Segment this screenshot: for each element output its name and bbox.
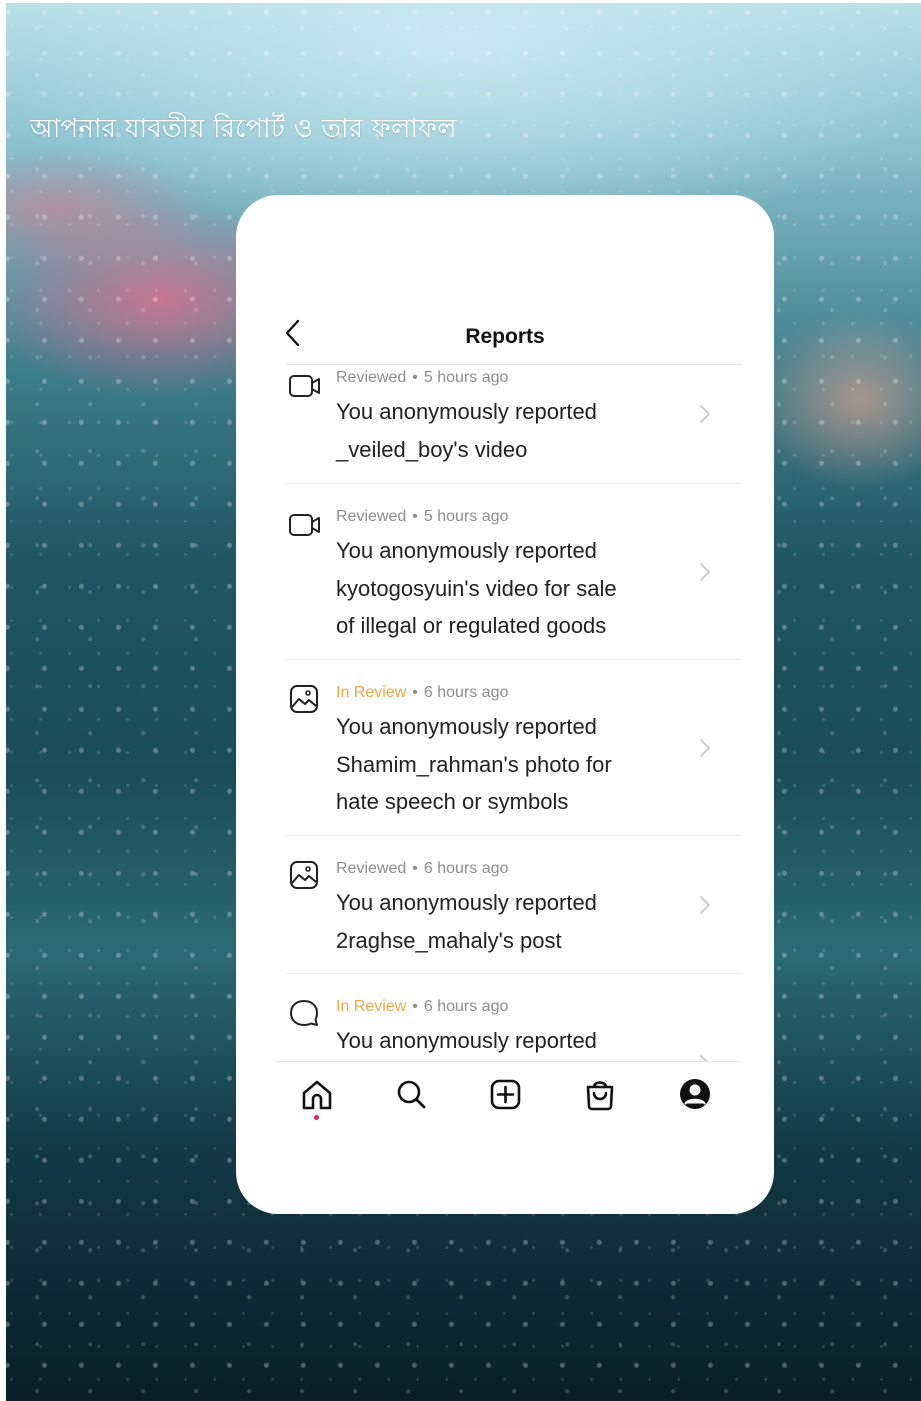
top-bar: Reports	[236, 195, 774, 365]
search-icon	[397, 1080, 426, 1109]
report-description: You anonymously reported 2raghse_mahaly'…	[336, 884, 656, 959]
shop-icon	[586, 1081, 614, 1111]
timestamp: 6 hours ago	[423, 998, 509, 1015]
profile-icon	[680, 1079, 710, 1109]
chevron-right-icon	[700, 1055, 708, 1061]
status-label: Reviewed	[336, 508, 407, 525]
phone-screen: Reports Reviewed • 5 hours ago You anonymo…	[236, 195, 774, 1214]
description-line: You anonymously reported	[336, 399, 597, 424]
chevron-right-icon	[700, 739, 710, 757]
photo-icon	[290, 685, 318, 713]
bottom-nav	[236, 1061, 774, 1141]
description-line: You anonymously reported	[336, 538, 597, 563]
description-line: 2raghse_mahaly's post	[336, 927, 562, 953]
home-icon	[302, 1080, 332, 1110]
video-icon	[289, 514, 320, 536]
chevron-right-icon	[700, 896, 710, 914]
chevron-right-icon	[700, 563, 710, 581]
description-line: kyotogosyuin's video for sale	[336, 575, 617, 601]
timestamp: 5 hours ago	[423, 508, 509, 525]
nav-shop-button[interactable]	[580, 1075, 620, 1115]
description-line: of illegal or regulated goods	[336, 613, 607, 638]
notification-dot	[314, 1115, 319, 1120]
status-label: In Review	[336, 998, 407, 1015]
comment-icon	[290, 1000, 318, 1026]
timestamp: 6 hours ago	[423, 684, 509, 701]
status-label: Reviewed	[336, 860, 407, 877]
timestamp: 6 hours ago	[423, 860, 509, 877]
report-meta: In Review • 6 hours ago	[336, 684, 509, 701]
nav-create-button[interactable]	[486, 1075, 526, 1115]
frame-left-border	[0, 0, 6, 1401]
page-title: Reports	[465, 325, 545, 348]
report-meta: Reviewed • 6 hours ago	[336, 860, 509, 877]
report-item[interactable]: Reviewed • 5 hours ago You anonymously rep…	[236, 365, 774, 483]
report-item[interactable]: Reviewed • 5 hours ago You anonymously rep…	[236, 484, 774, 659]
report-item[interactable]: Reviewed • 6 hours ago You anonymously rep…	[236, 836, 774, 973]
report-description: You anonymously reported kyotogosyuin's …	[336, 532, 656, 645]
video-icon	[289, 375, 320, 397]
report-meta: In Review • 6 hours ago	[336, 998, 509, 1015]
report-item[interactable]: In Review • 6 hours ago You anonymously re…	[236, 660, 774, 835]
report-description: You anonymously reported	[336, 1022, 656, 1060]
chevron-right-icon	[700, 405, 710, 423]
timestamp: 5 hours ago	[423, 369, 509, 386]
nav-home-button[interactable]	[297, 1075, 337, 1115]
reports-list: Reviewed • 5 hours ago You anonymously rep…	[236, 365, 774, 1061]
create-post-icon	[490, 1079, 521, 1110]
report-item[interactable]: In Review • 6 hours ago You anonymously re…	[236, 974, 774, 1061]
nav-search-button[interactable]	[391, 1075, 431, 1115]
nav-profile-button[interactable]	[675, 1075, 715, 1115]
status-label: Reviewed	[336, 369, 407, 386]
frame-top-border	[0, 0, 921, 3]
description-line: You anonymously reported	[336, 1028, 597, 1053]
headline: আপনার যাবতীয় রিপোর্ট ও তার ফলাফল	[30, 114, 457, 144]
description-line: hate speech or symbols	[336, 789, 569, 814]
photo-icon	[290, 861, 318, 889]
description-line: _veiled_boy's video	[336, 436, 528, 462]
report-meta: Reviewed • 5 hours ago	[336, 508, 509, 525]
report-meta: Reviewed • 5 hours ago	[336, 369, 509, 386]
status-label: In Review	[336, 684, 407, 701]
description-line: Shamim_rahman's photo for	[336, 751, 612, 777]
description-line: You anonymously reported	[336, 890, 597, 915]
nav-divider	[276, 1061, 742, 1062]
report-description: You anonymously reported Shamim_rahman's…	[336, 708, 656, 821]
report-description: You anonymously reported _veiled_boy's v…	[336, 393, 656, 468]
description-line: You anonymously reported	[336, 714, 597, 739]
